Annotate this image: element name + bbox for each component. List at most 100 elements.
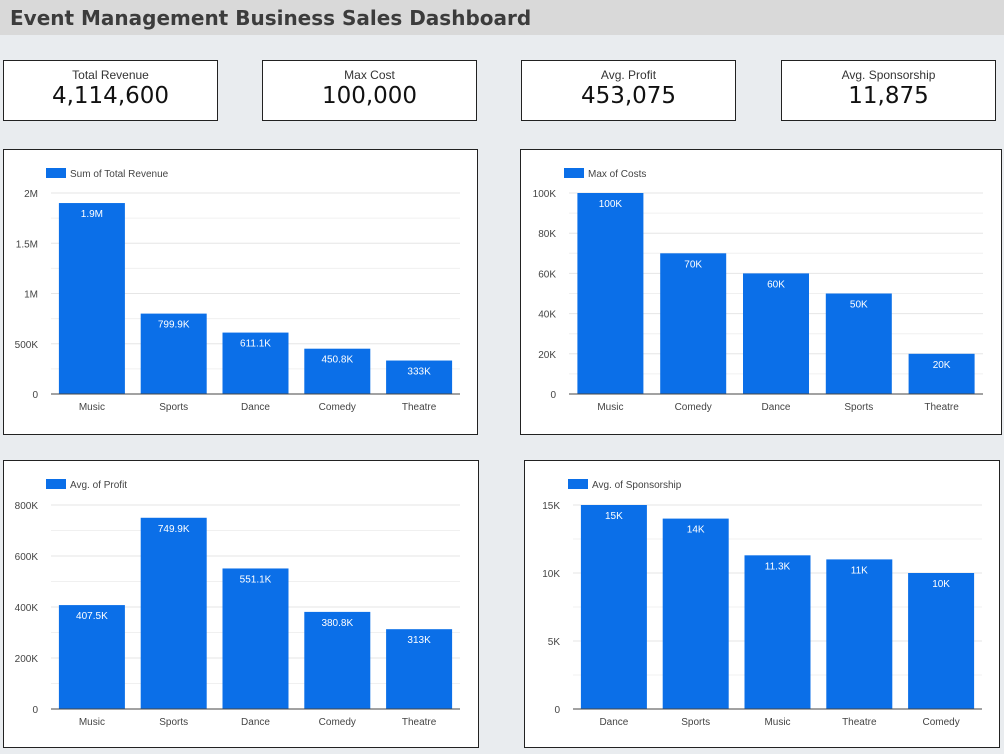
y-tick-label: 15K bbox=[542, 501, 560, 512]
x-tick-label: Theatre bbox=[402, 717, 437, 728]
legend-swatch bbox=[46, 479, 66, 489]
chart-svg: Max of Costs 0 20K 40K 60K 80K 100K 100K Music 70… bbox=[533, 168, 983, 413]
legend-swatch bbox=[564, 168, 584, 178]
bar-data-label: 70K bbox=[684, 259, 702, 270]
x-tick-label: Dance bbox=[241, 402, 270, 413]
x-tick-label: Theatre bbox=[842, 717, 877, 728]
y-tick-label: 0 bbox=[32, 705, 38, 716]
chart-avg-sponsorship: Avg. of Sponsorship 0 5K 10K 15K 15K Dance 14K S… bbox=[524, 460, 1000, 748]
legend-swatch bbox=[46, 168, 66, 178]
bar[interactable] bbox=[222, 568, 289, 709]
bar-data-label: 380.8K bbox=[321, 618, 353, 629]
bar-data-label: 611.1K bbox=[240, 339, 271, 350]
x-tick-label: Dance bbox=[599, 717, 628, 728]
kpi-avg-sponsorship: Avg. Sponsorship 11,875 bbox=[781, 60, 996, 121]
y-tick-label: 1.5M bbox=[16, 239, 38, 250]
kpi-value: 11,875 bbox=[848, 83, 929, 109]
y-tick-label: 40K bbox=[538, 310, 556, 321]
chart-total-revenue: Sum of Total Revenue 0 500K 1M 1.5M 2M 1.9M Mus… bbox=[3, 149, 478, 435]
x-tick-label: Comedy bbox=[922, 717, 959, 728]
bar-data-label: 15K bbox=[605, 511, 623, 522]
bar-data-label: 407.5K bbox=[76, 611, 108, 622]
kpi-avg-profit: Avg. Profit 453,075 bbox=[521, 60, 736, 121]
bar[interactable] bbox=[744, 555, 811, 709]
bar-data-label: 14K bbox=[687, 525, 705, 536]
x-tick-label: Comedy bbox=[319, 717, 356, 728]
x-tick-label: Music bbox=[79, 717, 105, 728]
chart-svg: Avg. of Profit 0 200K 400K 600K 800K 407.5K Mus… bbox=[15, 479, 460, 728]
x-tick-label: Sports bbox=[681, 717, 710, 728]
chart-avg-profit: Avg. of Profit 0 200K 400K 600K 800K 407.5K Mus… bbox=[3, 460, 479, 748]
bar[interactable] bbox=[743, 273, 809, 394]
y-tick-label: 2M bbox=[24, 189, 38, 200]
bar-data-label: 799.9K bbox=[158, 320, 190, 331]
y-tick-label: 0 bbox=[550, 390, 556, 401]
x-tick-label: Comedy bbox=[675, 402, 712, 413]
x-tick-label: Dance bbox=[241, 717, 270, 728]
legend-label: Max of Costs bbox=[588, 169, 646, 180]
dashboard-header: Event Management Business Sales Dashboar… bbox=[0, 0, 1004, 35]
y-tick-label: 20K bbox=[538, 350, 556, 361]
page-title: Event Management Business Sales Dashboar… bbox=[10, 6, 532, 30]
bar-data-label: 20K bbox=[933, 360, 951, 371]
kpi-max-cost: Max Cost 100,000 bbox=[262, 60, 477, 121]
kpi-label: Total Revenue bbox=[72, 68, 149, 82]
y-tick-label: 200K bbox=[15, 654, 39, 665]
x-tick-label: Music bbox=[79, 402, 105, 413]
bar-data-label: 333K bbox=[407, 367, 431, 378]
bar[interactable] bbox=[58, 203, 125, 394]
y-tick-label: 400K bbox=[15, 603, 39, 614]
bar-data-label: 313K bbox=[407, 635, 431, 646]
kpi-value: 4,114,600 bbox=[51, 83, 170, 109]
y-tick-label: 60K bbox=[538, 269, 556, 280]
legend-label: Avg. of Profit bbox=[70, 480, 127, 491]
y-tick-label: 800K bbox=[15, 501, 39, 512]
y-tick-label: 5K bbox=[548, 637, 561, 648]
x-tick-label: Music bbox=[597, 402, 623, 413]
bar-data-label: 1.9M bbox=[81, 209, 103, 220]
y-tick-label: 1M bbox=[24, 290, 38, 301]
bar-data-label: 60K bbox=[767, 279, 785, 290]
kpi-label: Avg. Profit bbox=[600, 68, 657, 82]
kpi-value: 453,075 bbox=[580, 83, 677, 109]
x-tick-label: Sports bbox=[159, 717, 188, 728]
bar-data-label: 450.8K bbox=[321, 355, 353, 366]
bar[interactable] bbox=[662, 518, 729, 709]
bar-data-label: 11K bbox=[851, 565, 868, 576]
y-tick-label: 10K bbox=[542, 569, 560, 580]
bar-data-label: 551.1K bbox=[240, 574, 272, 585]
kpi-label: Avg. Sponsorship bbox=[841, 68, 936, 82]
chart-max-costs: Max of Costs 0 20K 40K 60K 80K 100K 100K Music 70… bbox=[520, 149, 1002, 435]
x-tick-label: Theatre bbox=[924, 402, 959, 413]
bar-data-label: 100K bbox=[599, 199, 623, 210]
bar[interactable] bbox=[580, 505, 647, 709]
x-tick-label: Theatre bbox=[402, 402, 437, 413]
y-tick-label: 600K bbox=[15, 552, 39, 563]
kpi-label: Max Cost bbox=[344, 68, 395, 82]
y-tick-label: 100K bbox=[533, 189, 557, 200]
y-tick-label: 0 bbox=[554, 705, 560, 716]
y-tick-label: 80K bbox=[538, 229, 556, 240]
chart-svg: Avg. of Sponsorship 0 5K 10K 15K 15K Dance 14K S… bbox=[542, 479, 982, 728]
x-tick-label: Dance bbox=[762, 402, 791, 413]
bar-data-label: 50K bbox=[850, 300, 868, 311]
x-tick-label: Music bbox=[764, 717, 790, 728]
x-tick-label: Sports bbox=[844, 402, 873, 413]
x-tick-label: Comedy bbox=[319, 402, 356, 413]
kpi-value: 100,000 bbox=[321, 83, 418, 109]
bar[interactable] bbox=[908, 573, 975, 709]
x-tick-label: Sports bbox=[159, 402, 188, 413]
bar-data-label: 10K bbox=[932, 579, 950, 590]
legend-label: Sum of Total Revenue bbox=[70, 169, 169, 180]
legend-swatch bbox=[568, 479, 588, 489]
bar-data-label: 11.3K bbox=[765, 561, 791, 572]
chart-svg: Sum of Total Revenue 0 500K 1M 1.5M 2M 1.9M Mus… bbox=[15, 168, 460, 413]
bar[interactable] bbox=[577, 193, 644, 394]
kpi-total-revenue: Total Revenue 4,114,600 bbox=[3, 60, 218, 121]
bar[interactable] bbox=[140, 517, 207, 709]
legend-label: Avg. of Sponsorship bbox=[592, 480, 682, 491]
bar-data-label: 749.9K bbox=[158, 524, 190, 535]
y-tick-label: 500K bbox=[15, 340, 39, 351]
bar[interactable] bbox=[826, 559, 893, 709]
bar[interactable] bbox=[660, 253, 727, 394]
